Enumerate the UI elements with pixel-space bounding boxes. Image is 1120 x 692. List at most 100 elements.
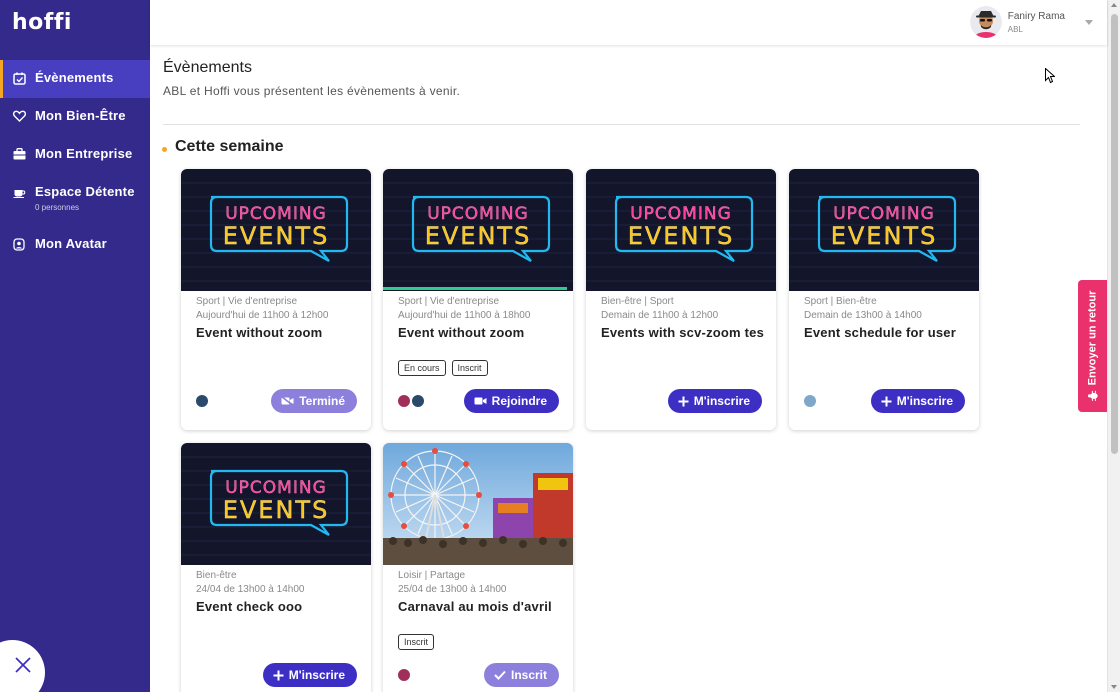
hoffi-logo[interactable]: hoffi	[0, 0, 150, 45]
scrollbar-thumb[interactable]	[1111, 14, 1118, 454]
sidebar-item-espace-detente[interactable]: Espace Détente 0 personnes	[0, 174, 150, 226]
button-label: Terminé	[299, 394, 345, 408]
page-title: Évènements	[163, 59, 252, 76]
event-card[interactable]: Loisir | Partage 25/04 de 13h00 à 14h00 …	[383, 443, 573, 692]
event-card[interactable]: UPCOMING EVENTS Sport | Vie d'entreprise …	[383, 169, 573, 430]
event-name: Event without zoom	[398, 325, 525, 340]
event-image: UPCOMING EVENTS	[383, 169, 573, 291]
svg-text:UPCOMING: UPCOMING	[225, 478, 327, 498]
plus-icon	[678, 396, 689, 407]
sidebar-item-bien-etre[interactable]: Mon Bien-Être	[0, 98, 150, 136]
button-label: M'inscrire	[693, 394, 750, 408]
event-card[interactable]: UPCOMING EVENTS Sport | Bien-être Demain …	[789, 169, 979, 430]
event-card[interactable]: UPCOMING EVENTS Bien-être | Sport Demain …	[586, 169, 776, 430]
event-name: Event check ooo	[196, 599, 303, 614]
section-dot	[162, 146, 167, 152]
sidebar-nav: Évènements Mon Bien-Être Mon Entreprise …	[0, 60, 150, 264]
calendar-check-icon	[12, 71, 26, 85]
sidebar-item-avatar[interactable]: Mon Avatar	[0, 226, 150, 264]
divider	[163, 124, 1080, 125]
event-progress-bar	[383, 287, 568, 290]
coffee-icon	[12, 185, 26, 199]
svg-text:UPCOMING: UPCOMING	[427, 204, 529, 224]
video-off-icon	[281, 396, 294, 406]
event-time: Demain de 11h00 à 12h00	[601, 310, 719, 321]
feedback-tab[interactable]: Envoyer un retour	[1078, 280, 1107, 412]
inscrire-button[interactable]: M'inscrire	[667, 389, 762, 413]
sidebar-item-label: Mon Bien-Être	[35, 108, 126, 123]
svg-text:UPCOMING: UPCOMING	[225, 204, 327, 224]
section-header: Cette semaine	[162, 138, 284, 156]
participant-avatars	[804, 395, 818, 407]
section-title: Cette semaine	[175, 138, 284, 155]
check-icon	[494, 670, 506, 680]
event-time: 24/04 de 13h00 à 14h00	[196, 584, 305, 595]
participant-avatar	[398, 669, 410, 681]
event-time: Aujourd'hui de 11h00 à 12h00	[196, 310, 329, 321]
sidebar-item-label: Évènements	[35, 70, 114, 85]
event-image	[383, 443, 573, 565]
participant-avatar	[196, 395, 208, 407]
button-label: Inscrit	[510, 668, 547, 682]
sidebar-item-label: Mon Avatar	[35, 236, 107, 251]
event-category: Sport | Vie d'entreprise	[196, 296, 298, 307]
svg-text:UPCOMING: UPCOMING	[833, 204, 935, 224]
participant-avatars	[398, 669, 412, 681]
plus-icon	[881, 396, 892, 407]
scroll-up-icon[interactable]	[1111, 3, 1117, 7]
event-name: Event schedule for user	[804, 325, 956, 340]
event-category: Bien-être	[196, 570, 237, 581]
inscrire-button[interactable]: M'inscrire	[262, 663, 357, 687]
user-org: ABL	[1007, 24, 1023, 34]
sidebar-item-sublabel: 0 personnes	[35, 203, 80, 212]
inscrire-button[interactable]: M'inscrire	[870, 389, 965, 413]
plus-icon	[273, 670, 284, 681]
svg-text:EVENTS: EVENTS	[223, 222, 330, 250]
event-image: UPCOMING EVENTS	[586, 169, 776, 291]
heart-icon	[12, 109, 26, 123]
event-category: Sport | Vie d'entreprise	[398, 296, 500, 307]
participant-avatar	[398, 395, 410, 407]
event-badges: Inscrit	[398, 634, 440, 650]
button-label: Rejoindre	[491, 394, 547, 408]
user-menu[interactable]: Faniry Rama ABL	[969, 6, 1093, 38]
sidebar-item-entreprise[interactable]: Mon Entreprise	[0, 136, 150, 174]
rejoindre-button[interactable]: Rejoindre	[463, 389, 559, 413]
mouse-cursor-icon	[1045, 68, 1055, 84]
event-name: Event without zoom	[196, 325, 323, 340]
sidebar-item-label: Mon Entreprise	[35, 146, 133, 161]
status-badge: Inscrit	[398, 634, 435, 650]
event-card[interactable]: UPCOMING EVENTS Sport | Vie d'entreprise …	[181, 169, 371, 430]
user-avatar	[969, 6, 1002, 38]
event-time: Aujourd'hui de 11h00 à 18h00	[398, 310, 531, 321]
scroll-down-icon[interactable]	[1111, 685, 1117, 689]
event-name: Carnaval au mois d'avril	[398, 599, 552, 614]
topbar: Faniry Rama ABL	[150, 0, 1107, 45]
svg-text:EVENTS: EVENTS	[831, 222, 938, 250]
event-time: Demain de 13h00 à 14h00	[804, 310, 922, 321]
sidebar: hoffi Évènements Mon Bien-Être Mon Entre…	[0, 0, 150, 692]
participant-avatar	[804, 395, 816, 407]
page-subtitle: ABL et Hoffi vous présentent les évèneme…	[163, 84, 461, 98]
event-image: UPCOMING EVENTS	[789, 169, 979, 291]
svg-text:UPCOMING: UPCOMING	[630, 204, 732, 224]
page-scrollbar[interactable]	[1107, 0, 1120, 692]
svg-text:EVENTS: EVENTS	[425, 222, 532, 250]
sidebar-item-label: Espace Détente	[35, 184, 135, 199]
termine-button[interactable]: Terminé	[271, 389, 357, 413]
status-badge: En cours	[398, 360, 446, 376]
inscrit-button[interactable]: Inscrit	[483, 663, 559, 687]
bug-icon	[1087, 390, 1098, 401]
participant-avatar	[412, 395, 424, 407]
button-label: M'inscrire	[288, 668, 345, 682]
sidebar-item-evenements[interactable]: Évènements	[0, 60, 150, 98]
event-badges: En cours Inscrit	[398, 360, 494, 376]
svg-text:EVENTS: EVENTS	[223, 496, 330, 524]
close-fab-button[interactable]	[0, 640, 45, 692]
event-category: Sport | Bien-être	[804, 296, 877, 307]
event-card[interactable]: UPCOMING EVENTS Bien-être 24/04 de 13h00 …	[181, 443, 371, 692]
chevron-down-icon[interactable]	[1085, 19, 1093, 25]
close-icon	[14, 657, 31, 678]
status-badge: Inscrit	[451, 360, 488, 376]
event-image: UPCOMING EVENTS	[181, 169, 371, 291]
